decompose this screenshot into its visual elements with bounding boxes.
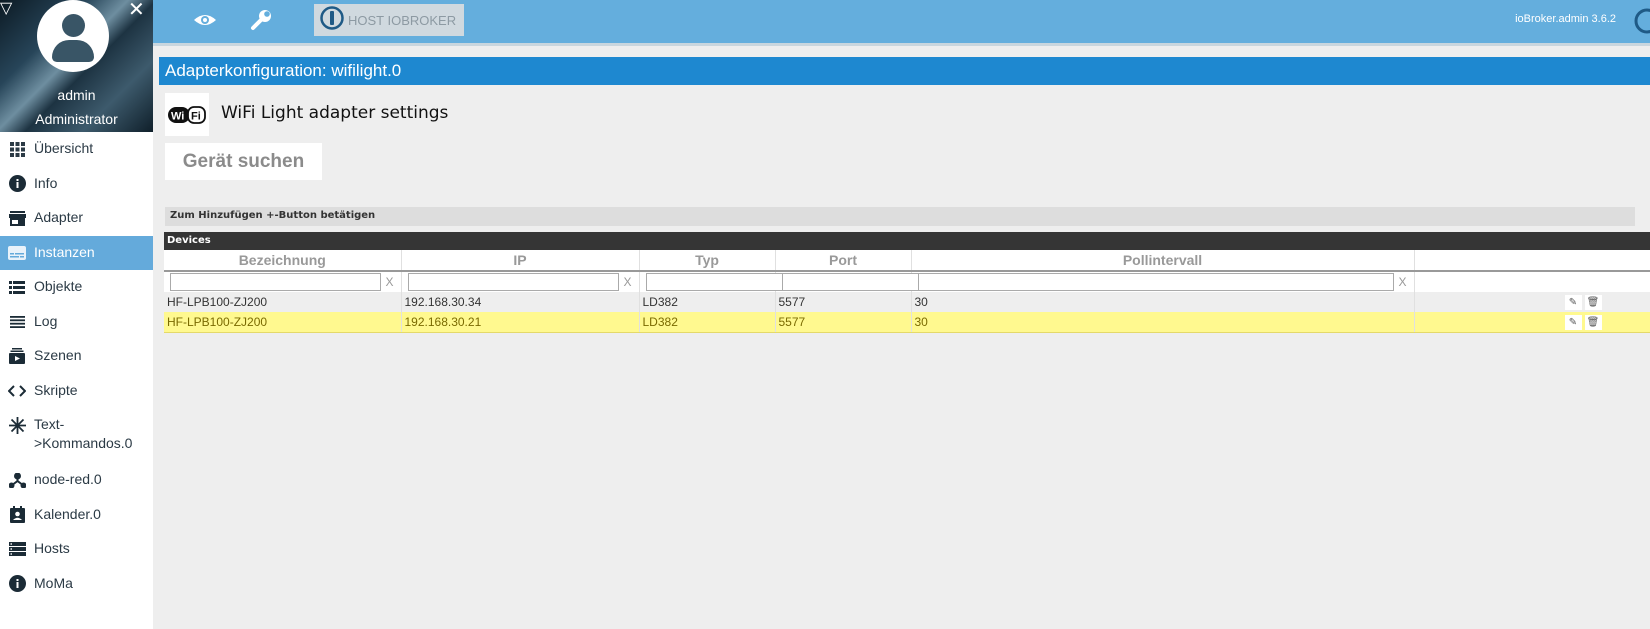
devices-table: Devices Bezeichnung IP Typ Port Pollinte…: [164, 232, 1650, 333]
cell-pollintervall: 30: [911, 312, 1415, 333]
host-label: HOST IOBROKER: [348, 12, 457, 28]
adapter-heading: WiFi Light adapter settings: [221, 103, 449, 123]
svg-text:Fi: Fi: [191, 110, 201, 122]
sidebar-item-label: Hosts: [34, 540, 70, 556]
sidebar-item-label: Adapter: [34, 209, 84, 225]
sidebar-item-log[interactable]: Log: [0, 305, 153, 340]
devices-title: Devices: [164, 232, 1650, 250]
sidebar-item-label: node-red.0: [34, 471, 102, 487]
column-header-pollintervall[interactable]: Pollintervall: [911, 250, 1415, 272]
sidebar-item-label: Instanzen: [34, 243, 95, 260]
main-content: Adapterkonfiguration: wifilight.0 Wi Fi W…: [153, 49, 1650, 629]
hosts-icon: [8, 541, 26, 557]
sidebar: ▽ ✕ admin Administrator Übersicht Info A…: [0, 0, 153, 629]
avatar: [37, 0, 109, 72]
host-button[interactable]: HOST IOBROKER: [314, 4, 464, 36]
user-role: Administrator: [35, 111, 118, 127]
user-name: admin: [57, 87, 96, 103]
code-icon: [8, 383, 26, 399]
sidebar-item-label: Objekte: [34, 278, 83, 294]
cell-pollintervall: 30: [911, 292, 1415, 312]
wifi-logo-icon: Wi Fi: [165, 93, 209, 136]
top-bar: HOST IOBROKER ioBroker.admin 3.6.2: [153, 0, 1650, 46]
clear-filter-button[interactable]: X: [619, 275, 637, 289]
column-header-port[interactable]: Port: [775, 250, 912, 272]
sidebar-item-uebersicht[interactable]: Übersicht: [0, 132, 153, 167]
filter-bezeichnung-input[interactable]: [170, 273, 381, 291]
sidebar-item-label: Text->Kommandos.0: [34, 416, 133, 451]
delete-icon[interactable]: 🗑: [1584, 314, 1602, 330]
sidebar-item-hosts[interactable]: Hosts: [0, 532, 153, 567]
search-device-button[interactable]: Gerät suchen: [165, 143, 322, 180]
clear-filter-button[interactable]: X: [381, 275, 399, 289]
iobroker-logo-icon: [1634, 6, 1650, 41]
collapse-triangle-icon[interactable]: ▽: [0, 0, 12, 18]
hint-text: Zum Hinzufügen +-Button betätigen: [165, 207, 1635, 226]
sidebar-item-moma[interactable]: MoMa: [0, 567, 153, 602]
instances-icon: [8, 245, 26, 261]
column-header-ip[interactable]: IP: [401, 250, 640, 272]
cell-ip: 192.168.30.34: [401, 292, 640, 312]
scenes-icon: [8, 348, 26, 364]
edit-icon[interactable]: ✎: [1564, 314, 1582, 330]
close-icon[interactable]: ✕: [128, 0, 145, 22]
sidebar-item-text-kommandos[interactable]: Text->Kommandos.0: [0, 408, 153, 463]
cell-port: 5577: [775, 292, 912, 312]
column-header-bezeichnung[interactable]: Bezeichnung: [164, 250, 402, 272]
table-row[interactable]: HF-LPB100-ZJ200 192.168.30.34 LD382 5577…: [164, 292, 1650, 312]
iobroker-logo-icon: [320, 5, 344, 35]
table-row[interactable]: HF-LPB100-ZJ200 192.168.30.21 LD382 5577…: [164, 312, 1650, 333]
wrench-icon[interactable]: [250, 8, 276, 32]
sidebar-item-objekte[interactable]: Objekte: [0, 270, 153, 305]
edit-icon[interactable]: ✎: [1564, 295, 1582, 310]
delete-icon[interactable]: 🗑: [1584, 295, 1602, 310]
column-header-typ[interactable]: Typ: [639, 250, 776, 272]
grid-icon: [8, 141, 26, 157]
store-icon: [8, 210, 26, 226]
clear-filter-button[interactable]: X: [1394, 275, 1412, 289]
sidebar-item-info[interactable]: Info: [0, 167, 153, 202]
sidebar-item-adapter[interactable]: Adapter: [0, 201, 153, 236]
sidebar-item-label: Log: [34, 312, 58, 329]
config-title: Adapterkonfiguration: wifilight.0: [159, 57, 1650, 85]
filter-ip-input[interactable]: [407, 273, 619, 291]
sidebar-item-label: Kalender.0: [34, 505, 101, 522]
node-icon: [8, 472, 26, 488]
filter-row: X X X X X: [164, 271, 1650, 292]
calendar-icon: [8, 506, 26, 523]
sidebar-item-node-red[interactable]: node-red.0: [0, 463, 153, 498]
list-icon: [8, 279, 26, 295]
info-icon: [8, 575, 26, 592]
sidebar-item-instanzen[interactable]: Instanzen: [0, 235, 153, 270]
sidebar-item-label: Info: [34, 174, 58, 191]
menu-lines-icon: [8, 314, 26, 330]
snowflake-icon: [8, 416, 26, 434]
cell-ip: 192.168.30.21: [401, 312, 640, 333]
header-row: Bezeichnung IP Typ Port Pollintervall: [164, 250, 1650, 272]
sidebar-item-label: Szenen: [34, 347, 82, 363]
eye-icon[interactable]: [193, 8, 219, 32]
sidebar-item-label: Skripte: [34, 381, 78, 398]
version-label: ioBroker.admin 3.6.2: [1515, 13, 1616, 25]
column-header-actions: [1414, 250, 1650, 272]
filter-pollintervall-input[interactable]: [917, 273, 1394, 291]
cell-bezeichnung: HF-LPB100-ZJ200: [164, 292, 402, 312]
sidebar-item-kalender[interactable]: Kalender.0: [0, 498, 153, 533]
filter-typ-input[interactable]: [645, 273, 790, 291]
svg-text:Wi: Wi: [171, 110, 184, 122]
cell-port: 5577: [775, 312, 912, 333]
cell-typ: LD382: [639, 312, 776, 333]
cell-bezeichnung: HF-LPB100-ZJ200: [164, 312, 402, 333]
info-icon: [8, 175, 26, 192]
user-header: ▽ ✕ admin Administrator: [0, 0, 153, 132]
sidebar-item-label: MoMa: [34, 574, 73, 591]
sidebar-item-szenen[interactable]: Szenen: [0, 339, 153, 374]
filter-port-input[interactable]: [781, 273, 926, 291]
cell-typ: LD382: [639, 292, 776, 312]
sidebar-item-skripte[interactable]: Skripte: [0, 374, 153, 409]
sidebar-item-label: Übersicht: [34, 140, 94, 156]
